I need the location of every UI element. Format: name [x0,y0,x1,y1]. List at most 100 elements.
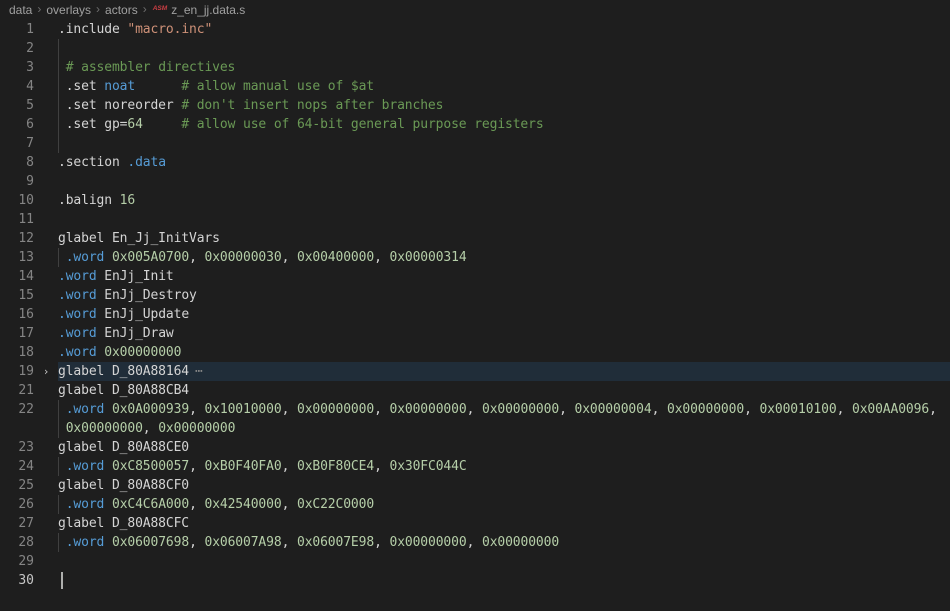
line-number[interactable]: 14 [0,267,34,286]
code-line[interactable]: .word 0x005A0700, 0x00000030, 0x00400000… [58,248,950,267]
code-token: .word [66,497,105,512]
line-number[interactable]: 11 [0,210,34,229]
line-number[interactable]: 18 [0,343,34,362]
code-line[interactable] [58,210,950,229]
fold-chevron-icon[interactable]: › [34,362,58,381]
code-line[interactable]: .word 0x06007698, 0x06007A98, 0x06007E98… [58,533,950,552]
code-line[interactable]: .include "macro.inc" [58,20,950,39]
gutter-spacer [34,571,58,590]
code-token: noat [104,79,135,94]
code-line[interactable]: glabel D_80A88CE0 [58,438,950,457]
code-line[interactable]: 0x00000000, 0x00000000 [58,419,950,438]
line-number[interactable]: 1 [0,20,34,39]
gutter-spacer [34,381,58,400]
code-token [104,402,112,417]
line-number[interactable]: 6 [0,115,34,134]
code-token: .word [58,326,97,341]
line-number[interactable]: 3 [0,58,34,77]
code-line[interactable]: .word 0x0A000939, 0x10010000, 0x00000000… [58,400,950,419]
line-number[interactable]: 17 [0,324,34,343]
line-number[interactable]: 7 [0,134,34,153]
code-token [58,535,66,550]
code-row: 2 [0,39,950,58]
breadcrumb-file-name[interactable]: z_en_jj.data.s [171,3,245,17]
breadcrumb-item-actors[interactable]: actors [105,3,138,17]
line-number[interactable]: 25 [0,476,34,495]
line-number[interactable]: 22 [0,400,34,419]
line-number[interactable]: 24 [0,457,34,476]
line-number[interactable]: 12 [0,229,34,248]
line-number[interactable]: 23 [0,438,34,457]
code-token [104,535,112,550]
code-line[interactable] [58,571,950,590]
code-row: 10 .balign 16 [0,191,950,210]
code-line[interactable]: glabel D_80A88CB4 [58,381,950,400]
line-number[interactable]: 5 [0,96,34,115]
chevron-right-icon: › [96,2,100,16]
code-line[interactable] [58,552,950,571]
fold-ellipsis[interactable]: ⋯ [195,364,204,379]
line-number[interactable]: 16 [0,305,34,324]
code-line[interactable] [58,39,950,58]
code-line[interactable]: .set noreorder # don't insert nops after… [58,96,950,115]
code-line[interactable]: .word EnJj_Draw [58,324,950,343]
breadcrumb: data›overlays›actors›ASMz_en_jj.data.s [0,0,950,20]
code-row: 14 .word EnJj_Init [0,267,950,286]
code-line[interactable]: .set noat # allow manual use of $at [58,77,950,96]
code-token: .word [58,269,97,284]
line-number[interactable]: 27 [0,514,34,533]
code-line[interactable]: .section .data [58,153,950,172]
code-line[interactable]: glabel En_Jj_InitVars [58,229,950,248]
code-line[interactable] [58,134,950,153]
code-row: 15 .word EnJj_Destroy [0,286,950,305]
code-token: , [189,402,204,417]
line-number[interactable]: 26 [0,495,34,514]
code-token [58,402,66,417]
code-line[interactable]: .word EnJj_Destroy [58,286,950,305]
line-number[interactable]: 30 [0,571,34,590]
code-line[interactable]: glabel D_80A88CFC [58,514,950,533]
code-line[interactable]: glabel D_80A88CF0 [58,476,950,495]
code-token: 0xB0F80CE4 [297,459,374,474]
line-number[interactable]: 15 [0,286,34,305]
line-number[interactable]: 28 [0,533,34,552]
code-line[interactable] [58,172,950,191]
line-number[interactable]: 8 [0,153,34,172]
line-number[interactable]: 9 [0,172,34,191]
line-number[interactable]: 2 [0,39,34,58]
code-line[interactable]: .word 0xC8500057, 0xB0F40FA0, 0xB0F80CE4… [58,457,950,476]
code-token: 0x30FC044C [389,459,466,474]
chevron-right-icon: › [37,2,41,16]
line-number[interactable]: 19 [0,362,34,381]
code-token: 0xB0F40FA0 [204,459,281,474]
line-number[interactable]: 10 [0,191,34,210]
code-line[interactable]: .word EnJj_Init [58,267,950,286]
gutter-spacer [34,400,58,419]
gutter-spacer [34,134,58,153]
code-row: 9 [0,172,950,191]
code-editor[interactable]: 1 .include "macro.inc" 23 # assembler dire… [0,20,950,590]
line-number[interactable]: 21 [0,381,34,400]
line-number[interactable] [0,419,34,438]
code-token: glabel D_80A88CE0 [58,440,189,455]
code-token: , [282,497,297,512]
code-line[interactable]: .word 0x00000000 [58,343,950,362]
code-token: .word [58,307,97,322]
code-token: 0x42540000 [204,497,281,512]
gutter-spacer [34,96,58,115]
code-line[interactable]: # assembler directives [58,58,950,77]
code-line[interactable]: .set gp=64 # allow use of 64-bit general… [58,115,950,134]
line-number[interactable]: 13 [0,248,34,267]
gutter-spacer [34,191,58,210]
line-number[interactable]: 4 [0,77,34,96]
code-line[interactable]: glabel D_80A88164⋯ [58,362,950,381]
line-number[interactable]: 29 [0,552,34,571]
breadcrumb-item-overlays[interactable]: overlays [46,3,91,17]
breadcrumb-item-data[interactable]: data [9,3,32,17]
code-line[interactable]: .word EnJj_Update [58,305,950,324]
gutter-spacer [34,115,58,134]
code-row: 18 .word 0x00000000 [0,343,950,362]
code-line[interactable]: .word 0xC4C6A000, 0x42540000, 0xC22C0000 [58,495,950,514]
code-line[interactable]: .balign 16 [58,191,950,210]
code-token: 0x00000030 [204,250,281,265]
